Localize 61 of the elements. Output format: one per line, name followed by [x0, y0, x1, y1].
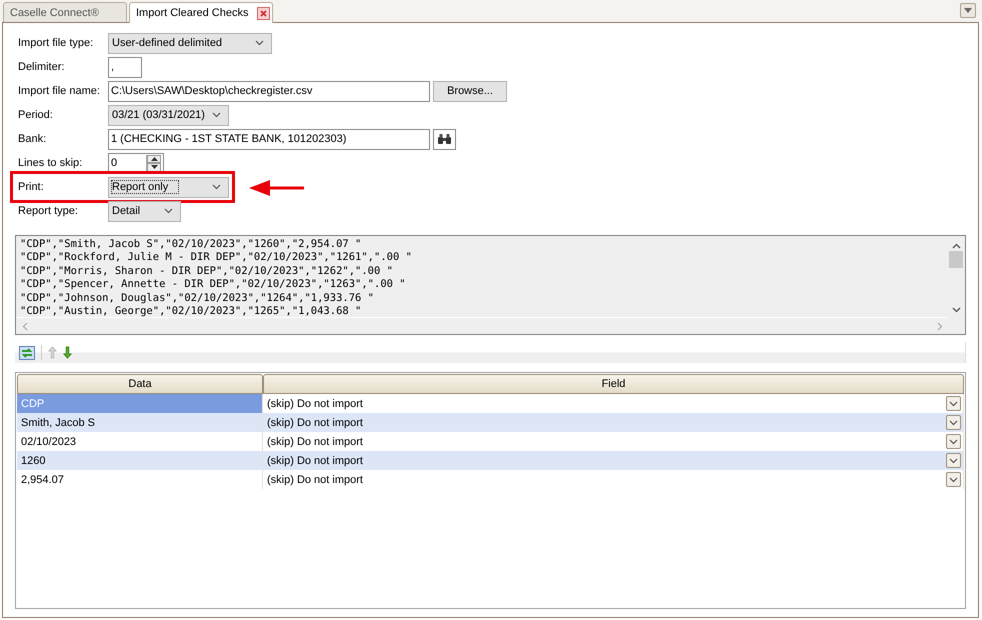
preview-line: "CDP","Rockford, Julie M - DIR DEP","02/10/2023","1261",".00 " [20, 251, 412, 265]
caret-icon [164, 208, 173, 214]
swap-icon[interactable] [19, 346, 35, 360]
scroll-up-icon[interactable] [952, 243, 960, 249]
caret-icon [212, 112, 221, 118]
caret-icon [949, 438, 958, 444]
dropdown-button[interactable] [946, 415, 961, 430]
dropdown[interactable]: 03/21 (03/31/2021) [108, 104, 229, 126]
preview-line: "CDP","Morris, Sharon - DIR DEP","02/10/2023","1262",".00 " [20, 264, 393, 278]
caret-icon [212, 184, 221, 190]
dropdown[interactable]: User-defined delimited [108, 32, 272, 54]
scrollbar-thumb[interactable] [949, 251, 963, 268]
spin-down-icon[interactable] [150, 165, 158, 170]
table-cell[interactable]: Smith, Jacob S [17, 413, 263, 432]
caret-icon [964, 8, 972, 13]
tab[interactable]: Import Cleared Checks [129, 2, 273, 23]
field-label: Import file name: [17, 85, 101, 97]
field-label: Import file type: [17, 37, 94, 49]
preview-line: "CDP","Austin, George","02/10/2023","1265","1,043.68 " [20, 305, 362, 317]
field-label: Print: [17, 181, 45, 193]
down-arrow-icon[interactable] [63, 346, 72, 359]
table-cell[interactable]: (skip) Do not import [267, 454, 363, 466]
table-cell[interactable]: (skip) Do not import [267, 436, 363, 448]
dropdown[interactable]: Report only [108, 176, 229, 198]
caret-icon [949, 420, 958, 426]
scroll-down-icon[interactable] [952, 307, 960, 313]
field-label: Lines to skip: [17, 157, 84, 169]
field-label: Bank: [17, 133, 48, 145]
field-label: Report type: [17, 205, 79, 217]
binoculars-icon[interactable] [433, 128, 456, 150]
field-label: Delimiter: [17, 61, 66, 73]
preview-line: "CDP","Smith, Jacob S","02/10/2023","1260","2,954.07 " [20, 238, 362, 252]
close-icon[interactable] [256, 6, 270, 20]
caret-icon [255, 40, 264, 46]
input-field[interactable]: C:\Users\SAW\Desktop\checkregister.csv [108, 80, 430, 102]
spin-up-icon[interactable] [150, 156, 158, 161]
dropdown-button[interactable] [946, 472, 961, 487]
arrow-icon [249, 179, 305, 197]
input-field[interactable]: , [108, 56, 142, 78]
caret-icon [949, 400, 958, 406]
column-header[interactable]: Data [17, 374, 263, 394]
table-cell[interactable]: (skip) Do not import [267, 398, 363, 410]
preview-line: "CDP","Spencer, Annette - DIR DEP","02/10/2023","1263",".00 " [20, 278, 406, 292]
tab-menu-button[interactable] [960, 3, 976, 18]
dropdown[interactable]: Detail [108, 200, 181, 222]
tab[interactable]: Caselle Connect® [3, 2, 127, 22]
dropdown-button[interactable] [946, 434, 961, 449]
table-cell[interactable]: 1260 [17, 451, 263, 470]
preview-line: "CDP","Johnson, Douglas","02/10/2023","1264","1,933.76 " [20, 292, 374, 306]
column-header[interactable]: Field [263, 374, 964, 394]
table-cell[interactable]: 2,954.07 [17, 470, 263, 489]
browse-button[interactable]: Browse... [433, 80, 507, 102]
field-label: Period: [17, 109, 54, 121]
dropdown-button[interactable] [946, 396, 961, 411]
table-cell[interactable]: (skip) Do not import [267, 416, 363, 428]
spinner-field[interactable]: 0 [108, 152, 164, 174]
table-cell[interactable]: (skip) Do not import [267, 474, 363, 486]
dropdown-button[interactable] [946, 453, 961, 468]
caret-icon [949, 476, 958, 482]
input-field[interactable]: 1 (CHECKING - 1ST STATE BANK, 101202303) [108, 128, 430, 150]
caret-icon [949, 458, 958, 464]
